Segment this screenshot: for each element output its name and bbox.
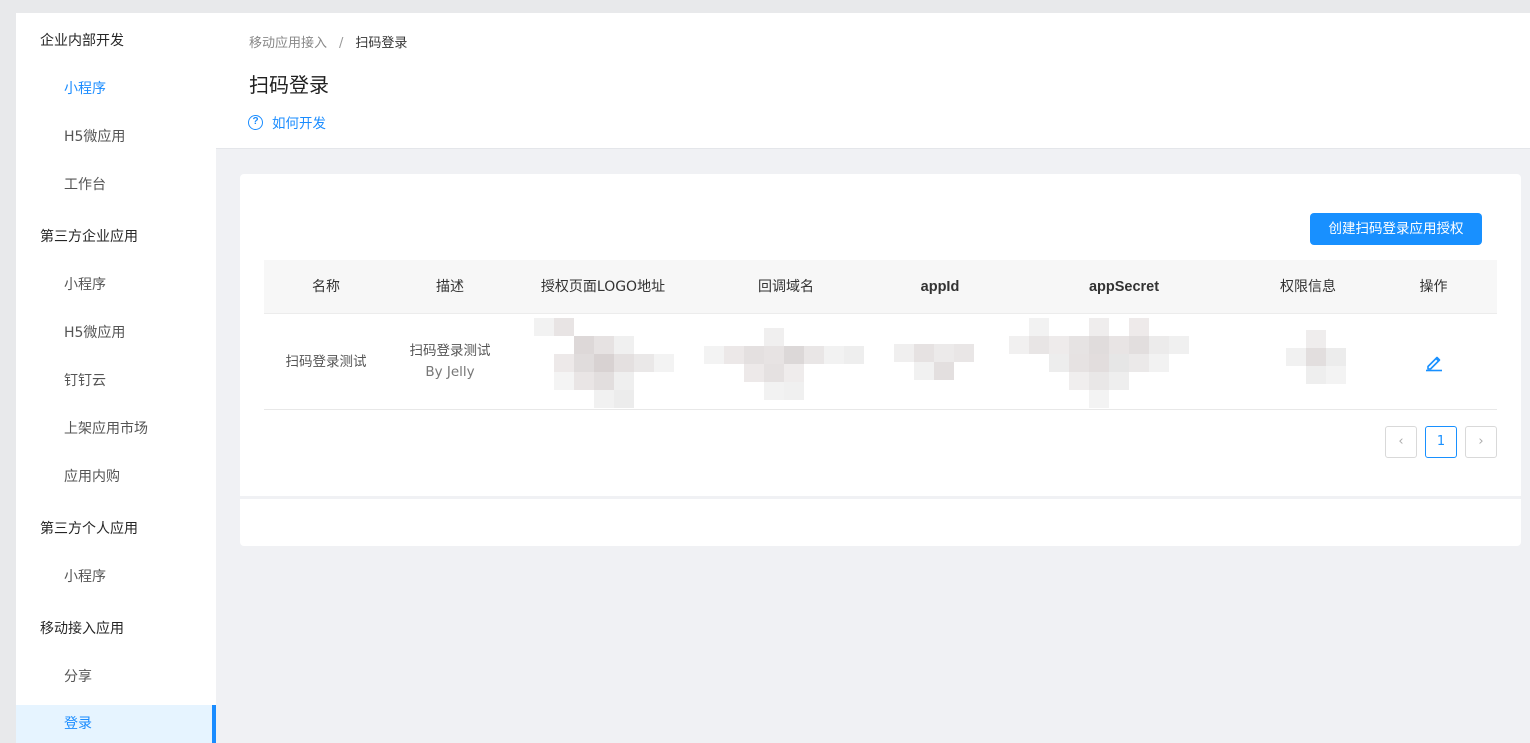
sidebar-group-internal: 企业内部开发 [40, 33, 124, 49]
pagination-page-1[interactable]: 1 [1425, 426, 1457, 458]
breadcrumb-link-mobile-access[interactable]: 移动应用接入 [249, 36, 327, 51]
sidebar: 企业内部开发 小程序 H5微应用 工作台 第三方企业应用 小程序 H5微应用 钉… [16, 13, 216, 743]
table-header: 名称 描述 授权页面LOGO地址 回调域名 appId appSecret 权限… [264, 260, 1497, 314]
sidebar-item-in-app-purchase[interactable]: 应用内购 [16, 458, 216, 496]
howto-link[interactable]: ? 如何开发 [248, 112, 326, 132]
pagination-next-button[interactable]: › [1465, 426, 1497, 458]
breadcrumb-separator: / [339, 36, 344, 51]
column-header-appsecret: appSecret [1088, 279, 1160, 295]
column-header-actions: 操作 [1419, 279, 1448, 295]
create-qr-login-app-button[interactable]: 创建扫码登录应用授权 [1310, 213, 1482, 245]
sidebar-item-tp-h5[interactable]: H5微应用 [16, 314, 216, 352]
cell-description: 扫码登录测试 By Jelly [388, 314, 512, 410]
column-header-name: 名称 [312, 279, 340, 295]
redacted-appid [894, 336, 984, 386]
main-content: 移动应用接入 / 扫码登录 扫码登录 ? 如何开发 创建扫码登录应用授权 名称 描述… [216, 13, 1530, 743]
sidebar-item-tp-miniprogram[interactable]: 小程序 [16, 266, 216, 304]
column-header-callback-domain: 回调域名 [758, 279, 814, 295]
left-strip [0, 0, 16, 743]
column-header-permissions: 权限信息 [1280, 279, 1336, 295]
sidebar-group-thirdparty-personal: 第三方个人应用 [40, 521, 138, 537]
redacted-callback-domain [704, 328, 874, 408]
sidebar-item-workbench[interactable]: 工作台 [16, 166, 216, 204]
cell-name-text: 扫码登录测试 [285, 353, 367, 370]
redacted-appsecret [1009, 318, 1229, 408]
page-header: 移动应用接入 / 扫码登录 扫码登录 ? 如何开发 [216, 13, 1530, 149]
card-divider [240, 496, 1521, 499]
apps-table: 名称 描述 授权页面LOGO地址 回调域名 appId appSecret 权限… [264, 260, 1497, 410]
column-header-description: 描述 [436, 279, 464, 295]
sidebar-group-thirdparty-enterprise: 第三方企业应用 [40, 229, 138, 245]
column-header-appid: appId [920, 279, 960, 295]
sidebar-item-app-market[interactable]: 上架应用市场 [16, 410, 216, 448]
sidebar-item-dingtalk-cloud[interactable]: 钉钉云 [16, 362, 216, 400]
sidebar-item-login[interactable]: 登录 [16, 705, 216, 743]
sidebar-item-internal-h5[interactable]: H5微应用 [16, 118, 216, 156]
breadcrumb-current: 扫码登录 [355, 36, 408, 51]
howto-label: 如何开发 [272, 116, 326, 132]
table-row: 扫码登录测试 扫码登录测试 By Jelly [264, 314, 1497, 410]
question-circle-icon: ? [248, 114, 263, 130]
top-strip [0, 0, 1530, 13]
edit-icon[interactable] [1424, 352, 1444, 372]
cell-name: 扫码登录测试 [264, 314, 388, 410]
apps-card: 创建扫码登录应用授权 名称 描述 授权页面LOGO地址 回调域名 appId a… [240, 174, 1521, 546]
redacted-permissions [1286, 330, 1366, 400]
page-title: 扫码登录 [249, 73, 329, 97]
cell-actions [1370, 314, 1497, 410]
cell-description-text: 扫码登录测试 [409, 343, 491, 359]
redacted-logo-url [534, 318, 684, 408]
breadcrumb: 移动应用接入 / 扫码登录 [249, 32, 407, 51]
sidebar-group-mobile-access: 移动接入应用 [40, 621, 124, 637]
sidebar-item-personal-miniprogram[interactable]: 小程序 [16, 558, 216, 596]
column-header-logo-url: 授权页面LOGO地址 [540, 279, 666, 295]
cell-description-author: By Jelly [425, 364, 475, 380]
sidebar-item-share[interactable]: 分享 [16, 658, 216, 696]
pagination-prev-button[interactable]: ‹ [1385, 426, 1417, 458]
sidebar-item-internal-miniprogram[interactable]: 小程序 [16, 70, 216, 108]
